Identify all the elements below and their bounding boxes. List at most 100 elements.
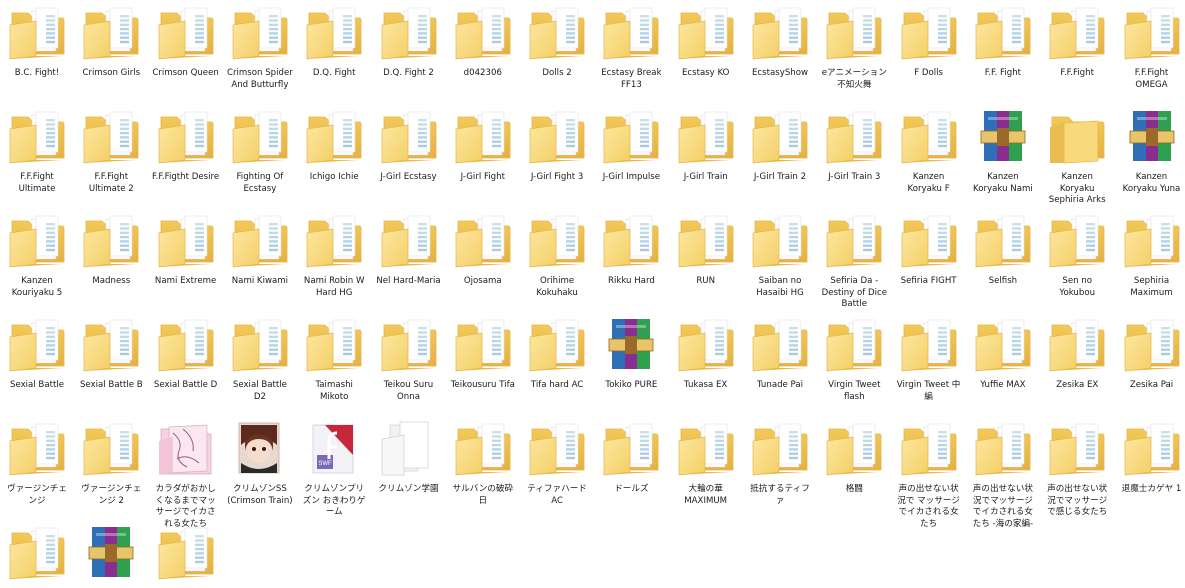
file-item-icon: [745, 3, 815, 61]
file-item[interactable]: Virgin Tweet 中編: [894, 315, 964, 403]
file-item[interactable]: D.Q. Fight: [299, 3, 369, 80]
file-item[interactable]: B.C. Fight!: [2, 3, 72, 80]
folder-with-papers-icon: [898, 419, 960, 477]
file-item[interactable]: Nel Hard-Maria: [374, 211, 444, 288]
anime-portrait-folder-icon: [229, 419, 291, 477]
file-item[interactable]: 退魔士カゲヤ 1: [1117, 419, 1185, 496]
file-item[interactable]: Zesika EX: [1042, 315, 1112, 392]
file-item[interactable]: F.F.Fight Ultimate 2: [76, 107, 146, 195]
file-item[interactable]: RUN: [671, 211, 741, 288]
file-item[interactable]: ドールズ: [596, 419, 666, 496]
file-item[interactable]: Kanzen Kouriyaku 5: [2, 211, 72, 299]
file-item[interactable]: Nami Robin W Hard HG: [299, 211, 369, 299]
file-item[interactable]: Tokiko PURE: [596, 315, 666, 392]
file-item[interactable]: Rikku Hard: [596, 211, 666, 288]
file-item[interactable]: Kanzen Koryaku Sephiria Arks: [1042, 107, 1112, 207]
file-item[interactable]: Sexial Battle B: [76, 315, 146, 392]
file-item[interactable]: Taimashi Mikoto: [299, 315, 369, 403]
file-item[interactable]: Ecstasy Break FF13: [596, 3, 666, 91]
file-item[interactable]: Sefiria FIGHT: [894, 211, 964, 288]
file-item[interactable]: EcstasyShow: [745, 3, 815, 80]
file-item[interactable]: サルバンの破砕日: [448, 419, 518, 507]
file-item[interactable]: Tunade Pai: [745, 315, 815, 392]
file-item[interactable]: J-Girl Train 2: [745, 107, 815, 184]
file-item-icon: [151, 3, 221, 61]
file-item[interactable]: Crimson Girls: [76, 3, 146, 80]
file-item[interactable]: Saiban no Hasaibi HG: [745, 211, 815, 299]
file-item[interactable]: Nami Kiwami: [225, 211, 295, 288]
file-item-icon: [225, 419, 295, 477]
file-item[interactable]: Zesika Pai: [1117, 315, 1185, 392]
file-item[interactable]: J-Girl Fight 3: [522, 107, 592, 184]
file-item[interactable]: eアニメーション 不知火舞: [819, 3, 889, 91]
file-item-icon: [1117, 3, 1185, 61]
file-item[interactable]: Sephiria Maximum: [1117, 211, 1185, 299]
file-item[interactable]: Selfish: [968, 211, 1038, 288]
file-item[interactable]: F.F.Fight OMEGA: [1117, 3, 1185, 91]
file-item[interactable]: 声の出せない状況でマッサージでイカされる女たち -海の家編-: [968, 419, 1038, 530]
file-item[interactable]: Fighting Of Ecstasy: [225, 107, 295, 195]
file-item[interactable]: Kanzen Koryaku Yuna: [1117, 107, 1185, 195]
file-item[interactable]: Madness: [76, 211, 146, 288]
file-item-icon: [894, 107, 964, 165]
file-item-icon: [299, 3, 369, 61]
file-item[interactable]: F Dolls: [894, 3, 964, 80]
file-item[interactable]: Virgin Tweet flash: [819, 315, 889, 403]
file-item[interactable]: J-Girl Train 3: [819, 107, 889, 184]
file-item[interactable]: Crimson Spider And Butturfly: [225, 3, 295, 91]
file-item[interactable]: F.F.Fight Ultimate: [2, 107, 72, 195]
file-item[interactable]: Teikou Suru Onna: [374, 315, 444, 403]
file-item-label: 大輪の華 MAXIMUM: [671, 484, 741, 507]
file-item-icon: [1042, 107, 1112, 165]
file-item[interactable]: Nami Extreme: [151, 211, 221, 288]
file-item[interactable]: J-Girl Train: [671, 107, 741, 184]
file-item[interactable]: クリムゾンSS (Crimson Train): [225, 419, 295, 507]
file-item[interactable]: カラダがおかしくなるまでマッサージでイカされる女たち: [151, 419, 221, 530]
file-item[interactable]: d042306: [448, 3, 518, 80]
file-item[interactable]: Tukasa EX: [671, 315, 741, 392]
file-item[interactable]: Yuffie MAX: [968, 315, 1038, 392]
file-item-icon: [596, 3, 666, 61]
file-item[interactable]: F.F.Figtht Desire: [151, 107, 221, 184]
folder-with-papers-icon: [898, 107, 960, 165]
file-item[interactable]: 格闘: [819, 419, 889, 496]
file-item[interactable]: D.Q. Fight 2: [374, 3, 444, 80]
file-item[interactable]: F.F. Fight: [968, 3, 1038, 80]
file-item[interactable]: クリムゾン学園: [374, 419, 444, 496]
file-item[interactable]: F.F.Fight: [1042, 3, 1112, 80]
file-item[interactable]: Sexial Battle D: [151, 315, 221, 392]
file-item[interactable]: ヴァージンチェンジ 2: [76, 419, 146, 507]
file-item[interactable]: [151, 523, 221, 588]
file-item[interactable]: Dolls 2: [522, 3, 592, 80]
file-item[interactable]: Sen no Yokubou: [1042, 211, 1112, 299]
file-item[interactable]: 大輪の華 MAXIMUM: [671, 419, 741, 507]
file-item[interactable]: Crimson Queen: [151, 3, 221, 80]
file-item[interactable]: Sefiria Da - Destiny of Dice Battle: [819, 211, 889, 311]
file-item[interactable]: 抵抗するティファ: [745, 419, 815, 507]
file-item[interactable]: ヴァージンチェンジ: [2, 419, 72, 507]
file-item[interactable]: Tifa hard AC: [522, 315, 592, 392]
file-item[interactable]: Ojosama: [448, 211, 518, 288]
file-item[interactable]: Kanzen Koryaku Nami: [968, 107, 1038, 195]
file-item[interactable]: [76, 523, 146, 588]
file-item-icon: [968, 419, 1038, 477]
file-item[interactable]: J-Girl Ecstasy: [374, 107, 444, 184]
file-item[interactable]: Kanzen Koryaku F: [894, 107, 964, 195]
file-item[interactable]: Teikousuru Tifa: [448, 315, 518, 392]
file-item[interactable]: Orihime Kokuhaku: [522, 211, 592, 299]
file-item[interactable]: 声の出せない状況で マッサージでイカされる女たち: [894, 419, 964, 530]
folder-with-papers-icon: [749, 419, 811, 477]
file-item[interactable]: SWFクリムゾンプリズン おきわりゲーム: [299, 419, 369, 519]
file-item[interactable]: 声の出せない状況でマッサージで感じる女たち: [1042, 419, 1112, 519]
file-item[interactable]: Ecstasy KO: [671, 3, 741, 80]
file-item[interactable]: J-Girl Fight: [448, 107, 518, 184]
file-item[interactable]: J-Girl Impulse: [596, 107, 666, 184]
file-item-icon: [2, 107, 72, 165]
file-item[interactable]: [2, 523, 72, 588]
file-item[interactable]: Ichigo Ichie: [299, 107, 369, 184]
pink-image-folder-icon: [155, 419, 217, 477]
file-item[interactable]: Sexial Battle: [2, 315, 72, 392]
file-item[interactable]: ティファハード AC: [522, 419, 592, 507]
folder-with-papers-icon: [378, 211, 440, 269]
file-item[interactable]: Sexial Battle D2: [225, 315, 295, 403]
